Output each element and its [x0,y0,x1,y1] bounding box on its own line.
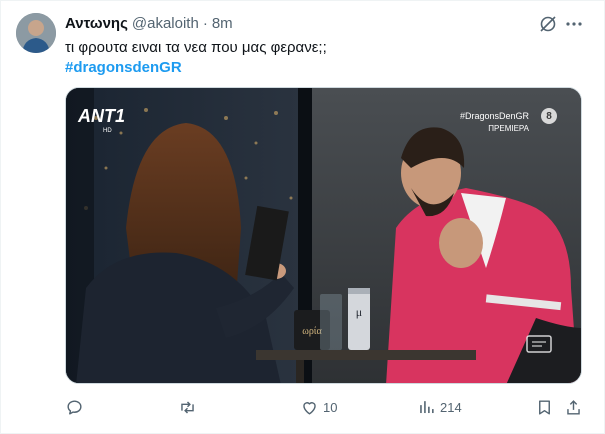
overlay-hashtag: #DragonsDenGR [460,111,530,121]
hashtag-link[interactable]: #dragonsdenGR [65,58,182,78]
views-button[interactable]: 214 [417,395,462,419]
tweet-text: τι φρουτα ειναι τα νεα που μας φερανε;; [65,39,327,56]
more-icon [566,22,582,26]
tweet-header: Αντωνης @akaloith · 8m [65,13,233,33]
can-text: μ [356,305,362,319]
mug-text: ωρία [302,326,322,337]
table-leg [296,360,304,383]
tweet-media[interactable]: ωρία μ ANT1 HD #DragonsDenGR ΠΡΕΜΙΕΡΑ 8 [65,87,582,384]
like-count: 10 [323,399,338,415]
bookmark-icon [539,399,550,415]
heart-icon [303,401,316,415]
retweet-button[interactable] [178,395,201,419]
retweet-icon [181,400,194,414]
avatar[interactable] [16,13,56,53]
share-button[interactable] [564,395,583,419]
grok-button[interactable] [537,13,559,35]
reply-icon [67,399,82,415]
tweet[interactable]: Αντωνης @akaloith · 8m τι φρουτα ειναι τ… [0,0,605,434]
bookmark-button[interactable] [535,395,554,419]
reply-button[interactable] [65,395,88,419]
header-separator: · [202,14,208,32]
more-button[interactable] [563,13,585,35]
views-icon [420,400,434,413]
rating-badge-text: 8 [546,111,552,122]
drink-can: μ [348,288,370,350]
share-icon [567,399,580,415]
grok-icon [540,16,556,32]
channel-logo-text: ANT1 [77,106,125,126]
channel-logo-sub: HD [103,128,112,134]
glass [320,294,342,350]
views-count: 214 [440,399,462,415]
overlay-label: ΠΡΕΜΙΕΡΑ [488,124,529,133]
tweet-timestamp[interactable]: 8m [212,15,233,32]
table-top [256,350,476,360]
like-button[interactable]: 10 [300,395,337,419]
author-handle[interactable]: @akaloith [132,15,199,32]
tweet-actions: 10 214 [65,395,585,419]
author-display-name[interactable]: Αντωνης [65,15,128,32]
